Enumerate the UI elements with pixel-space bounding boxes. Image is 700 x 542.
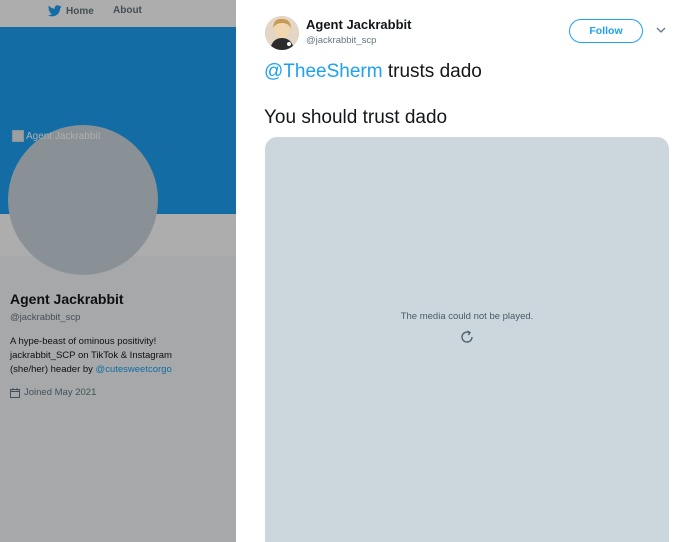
reload-icon[interactable] xyxy=(459,329,475,345)
tweet-text-line-1-rest: trusts dado xyxy=(382,61,482,82)
tweet-modal: Agent Jackrabbit @jackrabbit_scp Follow … xyxy=(236,0,700,542)
tweet-author-avatar[interactable] xyxy=(265,16,299,50)
tweet-text-line-2: You should trust dado xyxy=(264,107,448,128)
media-error-message: The media could not be played. xyxy=(400,311,534,322)
follow-button[interactable]: Follow xyxy=(569,19,643,43)
tweet-text-line-1: @TheeSherm trusts dado xyxy=(264,61,482,83)
tweet-media-player[interactable]: The media could not be played. xyxy=(265,137,669,542)
tweet-mention-link[interactable]: @TheeSherm xyxy=(264,61,383,82)
chevron-down-icon[interactable] xyxy=(656,27,666,34)
author-avatar-image xyxy=(265,16,299,50)
tweet-author-handle[interactable]: @jackrabbit_scp xyxy=(306,35,376,46)
tweet-author-name[interactable]: Agent Jackrabbit xyxy=(306,17,411,32)
